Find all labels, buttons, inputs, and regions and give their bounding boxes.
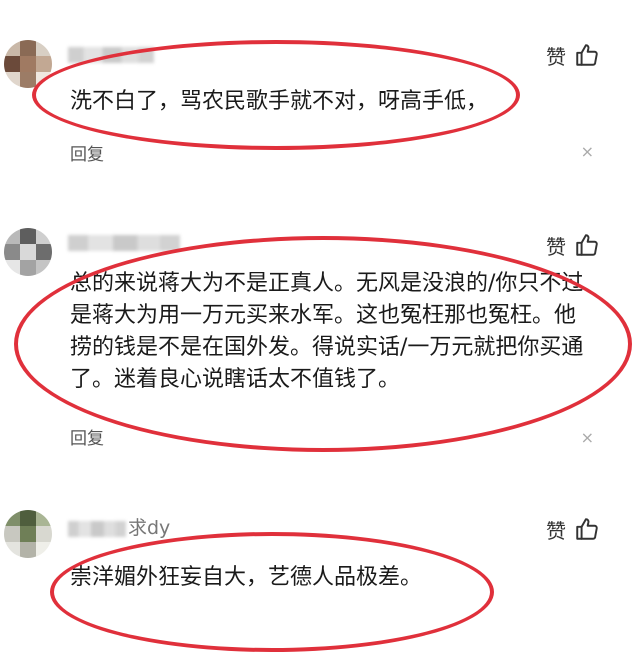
thumbs-up-icon — [576, 518, 598, 540]
comment-text: 洗不白了，骂农民歌手就不对，呀高手低， — [70, 86, 488, 118]
avatar[interactable] — [4, 510, 52, 558]
comment-line: 是蒋大为用一万元买来水军。这也冤枉那也冤枉。他 — [70, 303, 577, 328]
like-button[interactable]: 赞 — [546, 230, 600, 260]
comment-text: 总的来说蒋大为不是正真人。无风是没浪的/你只不过 是蒋大为用一万元买来水军。这也… — [70, 268, 583, 396]
close-icon[interactable]: × — [581, 428, 594, 447]
like-label: 赞 — [546, 234, 566, 259]
comment-text: 崇洋媚外狂妄自大，艺德人品极差。 — [70, 562, 422, 594]
username[interactable]: 求dy — [68, 518, 170, 538]
thumbs-up-icon — [576, 234, 598, 256]
like-label: 赞 — [546, 518, 566, 543]
reply-button[interactable]: 回复 — [70, 140, 104, 165]
thumbs-up-icon — [576, 44, 598, 66]
comment-line: 崇洋媚外狂妄自大，艺德人品极差。 — [70, 565, 423, 590]
close-icon[interactable]: × — [581, 142, 594, 161]
comment-line: 洗不白了，骂农民歌手就不对，呀高手低， — [70, 89, 489, 114]
username-blurred — [68, 46, 154, 63]
username-blurred — [68, 520, 126, 537]
comment-line: 总的来说蒋大为不是正真人。无风是没浪的/你只不过 — [70, 271, 584, 296]
like-button[interactable]: 赞 — [546, 514, 600, 544]
username-blurred — [68, 234, 180, 251]
username[interactable] — [68, 232, 182, 252]
like-button[interactable]: 赞 — [546, 40, 600, 70]
like-label: 赞 — [546, 44, 566, 69]
reply-button[interactable]: 回复 — [70, 424, 104, 449]
comment-line: 了。迷着良心说瞎话太不值钱了。 — [70, 367, 401, 392]
comment-line: 捞的钱是不是在国外发。得说实话/一万元就把你买通 — [70, 335, 584, 360]
avatar[interactable] — [4, 40, 52, 88]
username[interactable] — [68, 44, 156, 64]
avatar[interactable] — [4, 228, 52, 276]
